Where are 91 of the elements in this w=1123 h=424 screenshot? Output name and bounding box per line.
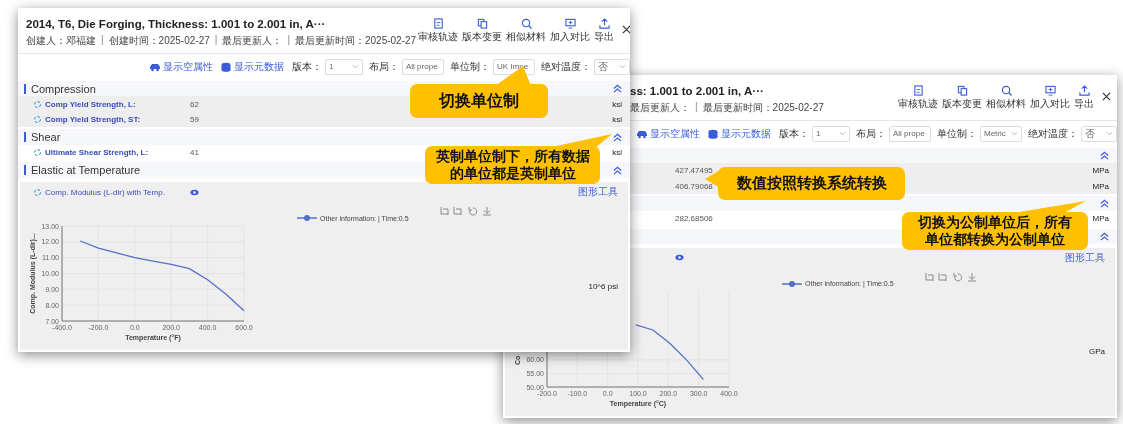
monitor-icon [1044,85,1056,96]
collapse-icon[interactable] [613,84,622,94]
crosshair-icon [33,187,42,197]
meta-text: 最后更新时间：2025-02-27 [295,34,417,48]
dropdown[interactable]: Metric [980,125,1022,142]
toolbar-button[interactable]: 导出 [1072,85,1096,111]
toolbar-button[interactable]: 相似材料 [984,85,1028,111]
toggle-link[interactable]: 显示元数据 [705,126,773,141]
unit-text: MPa [1092,181,1109,191]
database-icon [220,61,232,72]
crosshair-icon [33,148,42,158]
chart-name[interactable]: Comp. Modulus (L-dir) with Temp. [45,187,165,197]
section-title: Compression [31,82,96,95]
toolbar-button[interactable]: 审核轨迹 [416,18,461,44]
toggle-link[interactable]: 显示空属性 [634,126,702,141]
unit-text: ksi [612,115,622,125]
unit-text: ksi [612,99,622,109]
chart-tools-link[interactable]: 图形工具 [1065,251,1105,265]
filter-label: 绝对温度： [541,59,591,74]
property-name[interactable]: Comp Yield Strength, L: [45,99,136,109]
separator: | [695,101,698,114]
meta-text: 创建时间：2025-02-27 [108,34,210,48]
toolbar-button[interactable]: 版本变更 [940,85,984,111]
meta-text: 最后更新人： [222,34,283,48]
property-value: 406.79068 [675,181,713,191]
window-title: ss: 1.001 to 2.001 in, A··· [630,85,765,97]
property-name[interactable]: Comp Yield Strength, ST: [45,115,141,125]
property-value: 41 [190,148,199,158]
copy-icon [476,18,488,29]
toolbar-button[interactable]: 审核轨迹 [896,85,940,111]
filter-label: 绝对温度： [1028,126,1078,141]
search-icon [520,18,532,29]
property-value: 62 [190,99,199,109]
separator: | [101,34,104,47]
car-icon [636,128,648,139]
collapse-icon[interactable] [613,165,622,175]
property-value: 59 [190,115,199,125]
filter-label: 版本： [779,126,809,141]
unit-text: GPa [1089,347,1105,357]
dropdown[interactable]: 1 [812,125,850,142]
unit-text: 10^6 psi [588,281,618,291]
dropdown[interactable]: 否 [1081,125,1117,142]
dropdown[interactable]: All prope [402,58,444,75]
car-icon [149,61,161,72]
property-name[interactable]: Ultimate Shear Strength, L: [45,148,149,158]
section-title: Shear [31,131,61,144]
separator: | [214,34,218,47]
filter-label: 单位制： [937,126,977,141]
section-title: Elastic at Temperature [31,164,141,177]
collapse-icon[interactable] [1100,199,1109,208]
document-icon [432,18,444,29]
filter-label: 单位制： [450,59,490,74]
document-icon [912,85,924,96]
toolbar-button[interactable]: 加入对比 [1028,85,1072,111]
separator: | [287,34,290,47]
toolbar-button[interactable]: 版本变更 [460,18,505,44]
meta-text: 创建人：邓福建 [26,34,96,48]
chart-tools-link[interactable]: 图形工具 [578,185,618,199]
copy-icon [956,85,968,96]
unit-text: ksi [612,148,622,158]
database-icon [707,128,719,139]
filter-label: 布局： [856,126,886,141]
upload-icon [1078,85,1090,96]
eye-icon[interactable] [675,254,684,262]
property-value: 282.68506 [675,214,713,224]
window-title: 2014, T6, Die Forging, Thickness: 1.001 to 2.001 in, A··· [26,18,327,30]
monitor-icon [564,18,576,29]
search-icon [1000,85,1012,96]
property-value: 427.47495 [675,166,713,176]
dropdown[interactable]: All prope [889,125,931,142]
collapse-icon[interactable] [613,132,622,142]
unit-text: MPa [1092,214,1109,224]
toolbar-button[interactable]: 相似材料 [504,18,549,44]
data-line [635,324,705,381]
meta-text: 最后更新时间：2025-02-27 [702,101,824,115]
unit-text: MPa [1092,166,1109,176]
legend-line-icon [782,280,802,288]
filter-label: 版本： [292,59,322,74]
upload-icon [598,18,610,29]
meta-text: 最后更新人： [630,101,690,115]
toggle-link[interactable]: 显示空属性 [147,59,215,74]
toggle-link[interactable]: 显示元数据 [218,59,286,74]
collapse-icon[interactable] [1100,150,1109,160]
toolbar-button[interactable]: 加入对比 [548,18,593,44]
filter-label: 布局： [369,59,399,74]
legend-line-icon [297,214,317,222]
toolbar-button[interactable]: 导出 [592,18,617,44]
collapse-icon[interactable] [1100,231,1109,241]
dropdown[interactable]: 1 [325,58,363,75]
eye-icon[interactable] [190,188,199,196]
dropdown[interactable]: 否 [594,58,630,75]
